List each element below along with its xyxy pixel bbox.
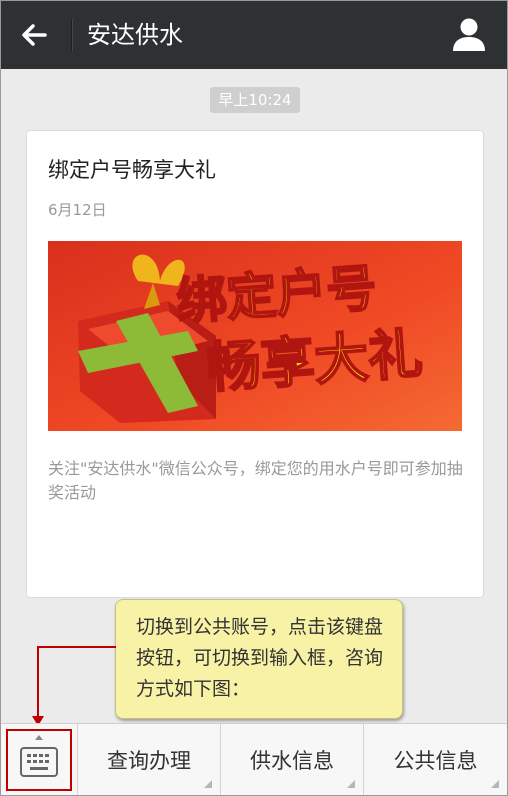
callout-line-horizontal: [37, 646, 116, 648]
article-title[interactable]: 绑定户号畅享大礼: [48, 155, 216, 185]
article-banner-image[interactable]: 绑定户号 畅享大礼: [48, 241, 462, 431]
app-frame: 安达供水 早上10:24 绑定户号畅享大礼 6月12日 绑定户号 畅享大礼 关注…: [0, 0, 508, 796]
callout-line-vertical: [37, 646, 39, 718]
article-card[interactable]: 绑定户号畅享大礼 6月12日 绑定户号 畅享大礼 关注"安达供水"微信公众号，绑…: [26, 130, 484, 598]
bottom-menu-bar: 查询办理 供水信息 公共信息: [1, 723, 507, 795]
menu-water-supply-info[interactable]: 供水信息: [220, 724, 363, 795]
instruction-tooltip: 切换到公共账号，点击该键盘按钮，可切换到输入框，咨询方式如下图：: [115, 599, 403, 719]
menu-label: 供水信息: [250, 749, 334, 773]
page-title: 安达供水: [87, 21, 183, 49]
submenu-indicator-icon: [204, 780, 212, 788]
timestamp-badge: 早上10:24: [210, 87, 300, 113]
keyboard-toggle-button[interactable]: [1, 724, 77, 795]
person-icon[interactable]: [447, 13, 491, 57]
header-bar: 安达供水: [1, 1, 507, 69]
article-description: 关注"安达供水"微信公众号，绑定您的用水户号即可参加抽奖活动: [48, 459, 463, 502]
back-arrow-icon[interactable]: [15, 15, 55, 55]
menu-public-info[interactable]: 公共信息: [363, 724, 507, 795]
submenu-indicator-icon: [491, 780, 499, 788]
submenu-indicator-icon: [347, 780, 355, 788]
menu-query-handle[interactable]: 查询办理: [77, 724, 220, 795]
article-date: 6月12日: [48, 201, 107, 219]
header-divider: [71, 19, 72, 51]
menu-label: 查询办理: [107, 749, 191, 773]
keyboard-highlight-box: [6, 729, 72, 791]
tooltip-text: 切换到公共账号，点击该键盘按钮，可切换到输入框，咨询方式如下图：: [136, 616, 384, 700]
menu-label: 公共信息: [393, 749, 478, 773]
